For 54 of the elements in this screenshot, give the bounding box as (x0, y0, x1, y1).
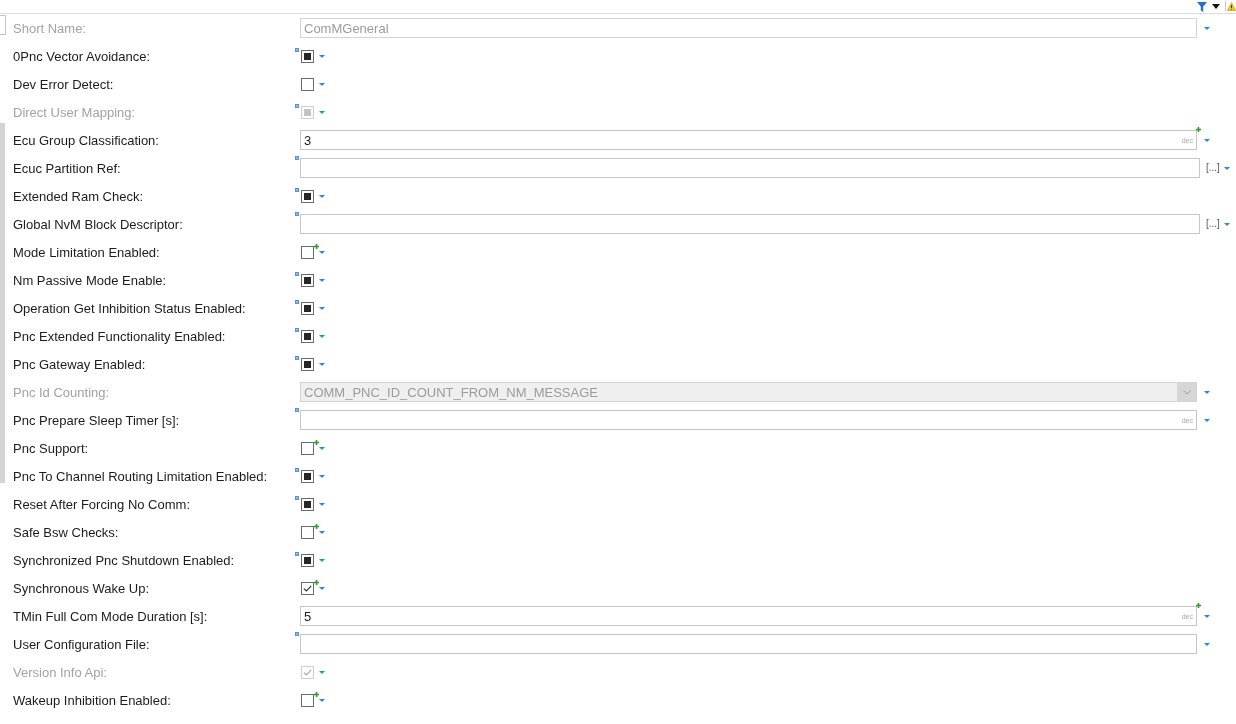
field-value: ComMGeneral (304, 20, 389, 36)
field-label: Pnc To Channel Routing Limitation Enabled: (13, 468, 269, 484)
caret-icon[interactable] (1212, 4, 1220, 9)
field-value: 5 (304, 608, 312, 624)
filter-icon[interactable] (1197, 1, 1207, 12)
field-label: Mode Limitation Enabled: (13, 244, 161, 260)
field-label: Operation Get Inhibition Status Enabled: (13, 300, 247, 316)
field-label: Direct User Mapping: (13, 104, 137, 120)
field-label: 0Pnc Vector Avoidance: (13, 48, 152, 64)
checkbox[interactable] (301, 49, 314, 63)
field-label: Synchronous Wake Up: (13, 580, 151, 596)
checkbox[interactable] (301, 189, 314, 203)
field-label: Global NvM Block Descriptor: (13, 216, 184, 232)
checkbox[interactable] (301, 581, 314, 595)
browse-button[interactable]: [...] (1206, 163, 1220, 173)
field-label: Safe Bsw Checks: (13, 524, 120, 540)
text-field[interactable] (300, 634, 1197, 654)
checkbox[interactable] (301, 329, 314, 343)
checkbox[interactable] (301, 497, 314, 511)
checkbox[interactable] (301, 301, 314, 315)
checkbox[interactable] (301, 469, 314, 483)
field-label: Ecuc Partition Ref: (13, 160, 122, 176)
field-label: Nm Passive Mode Enable: (13, 272, 168, 288)
checkbox[interactable] (301, 245, 314, 259)
chevron-icon (1182, 389, 1191, 395)
browse-button[interactable]: [...] (1206, 219, 1220, 229)
checkbox[interactable] (301, 357, 314, 371)
field-value: 3 (304, 132, 312, 148)
field-label: Pnc Support: (13, 440, 90, 456)
field-label: Synchronized Pnc Shutdown Enabled: (13, 552, 236, 568)
field-label: Ecu Group Classification: (13, 132, 160, 148)
field-label: Short Name: (13, 20, 87, 36)
field-label: Pnc Id Counting: (13, 384, 111, 400)
checkbox[interactable] (301, 77, 314, 91)
checkbox[interactable] (301, 273, 314, 287)
checkbox[interactable] (301, 553, 314, 567)
checkbox[interactable] (301, 441, 314, 455)
field-label: Dev Error Detect: (13, 76, 115, 92)
field-label: Pnc Extended Functionality Enabled: (13, 328, 227, 344)
field-label: Version Info Api: (13, 664, 108, 680)
field-label: Pnc Gateway Enabled: (13, 356, 147, 372)
field-label: Extended Ram Check: (13, 188, 145, 204)
field-label: User Configuration File: (13, 636, 151, 652)
field-value: COMM_PNC_ID_COUNT_FROM_NM_MESSAGE (304, 384, 598, 400)
field-label: Wakeup Inhibition Enabled: (13, 692, 172, 708)
checkbox[interactable] (301, 525, 314, 539)
scrollbar-thumb[interactable] (0, 123, 5, 483)
field-label: TMin Full Com Mode Duration [s]: (13, 608, 209, 624)
field-label: Pnc Prepare Sleep Timer [s]: (13, 412, 181, 428)
reference-field[interactable] (300, 158, 1200, 178)
checkbox[interactable] (301, 693, 314, 707)
warning-icon[interactable] (1225, 2, 1236, 11)
field-label: Reset After Forcing No Comm: (13, 496, 191, 512)
reference-field[interactable] (300, 214, 1200, 234)
